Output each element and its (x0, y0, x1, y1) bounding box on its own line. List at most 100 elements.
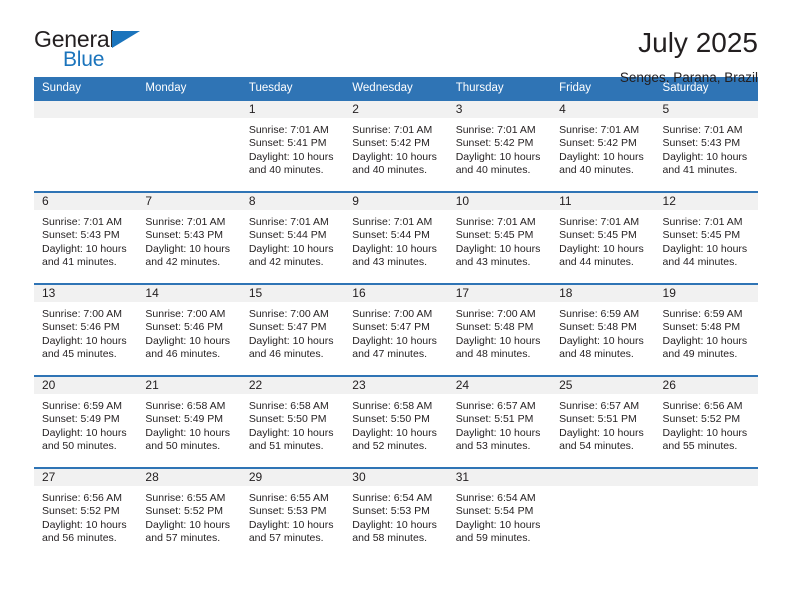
daylight-text-line2: and 48 minutes. (455, 348, 531, 361)
day-details: Sunrise: 7:00 AM Sunset: 5:48 PM Dayligh… (448, 302, 551, 362)
daylight-text-line2: and 49 minutes. (662, 348, 738, 361)
day-cell[interactable]: 30 Sunrise: 6:54 AM Sunset: 5:53 PM Dayl… (344, 469, 448, 559)
day-number: 26 (654, 377, 758, 394)
sunrise-text: Sunrise: 7:01 AM (145, 216, 226, 228)
day-cell[interactable]: 21 Sunrise: 6:58 AM Sunset: 5:49 PM Dayl… (137, 377, 241, 467)
daylight-text-line1: Daylight: 10 hours (662, 242, 748, 255)
sunset-text: Sunset: 5:42 PM (352, 137, 430, 150)
daylight-text-line2: and 57 minutes. (248, 532, 324, 545)
day-cell[interactable]: 25 Sunrise: 6:57 AM Sunset: 5:51 PM Dayl… (551, 377, 655, 467)
day-details: Sunrise: 6:58 AM Sunset: 5:50 PM Dayligh… (344, 394, 447, 454)
day-details (137, 118, 240, 124)
day-number: 17 (447, 285, 552, 302)
sunrise-text: Sunrise: 6:54 AM (455, 492, 536, 504)
sunrise-text: Sunrise: 7:01 AM (248, 216, 329, 228)
day-details: Sunrise: 7:01 AM Sunset: 5:45 PM Dayligh… (655, 210, 758, 270)
day-details: Sunrise: 6:57 AM Sunset: 5:51 PM Dayligh… (448, 394, 551, 454)
day-cell[interactable]: 16 Sunrise: 7:00 AM Sunset: 5:47 PM Dayl… (344, 285, 448, 375)
weekday-header-sunday: Sunday (42, 82, 82, 94)
sunset-text: Sunset: 5:44 PM (352, 229, 430, 242)
day-cell[interactable]: 10 Sunrise: 7:01 AM Sunset: 5:45 PM Dayl… (447, 193, 552, 283)
sunset-text: Sunset: 5:44 PM (248, 229, 327, 242)
day-cell[interactable]: 11 Sunrise: 7:01 AM Sunset: 5:45 PM Dayl… (551, 193, 655, 283)
sunset-text: Sunset: 5:43 PM (145, 229, 224, 242)
sunrise-text: Sunrise: 6:57 AM (455, 400, 536, 412)
day-cell[interactable]: 27 Sunrise: 6:56 AM Sunset: 5:52 PM Dayl… (34, 469, 138, 559)
day-cell[interactable]: 12 Sunrise: 7:01 AM Sunset: 5:45 PM Dayl… (654, 193, 758, 283)
sunset-text: Sunset: 5:41 PM (248, 137, 327, 150)
day-cell[interactable]: 31 Sunrise: 6:54 AM Sunset: 5:54 PM Dayl… (447, 469, 552, 559)
day-cell[interactable]: 28 Sunrise: 6:55 AM Sunset: 5:52 PM Dayl… (137, 469, 241, 559)
day-cell[interactable]: 5 Sunrise: 7:01 AM Sunset: 5:43 PM Dayli… (654, 101, 758, 191)
generalblue-logo[interactable]: General Blue (34, 28, 154, 74)
sunrise-text: Sunrise: 7:01 AM (559, 216, 640, 228)
day-cell[interactable] (137, 101, 241, 191)
daylight-text-line1: Daylight: 10 hours (559, 426, 644, 439)
sunset-text: Sunset: 5:47 PM (352, 321, 430, 334)
day-details: Sunrise: 6:54 AM Sunset: 5:54 PM Dayligh… (448, 486, 551, 546)
daylight-text-line2: and 55 minutes. (662, 440, 738, 453)
day-details: Sunrise: 7:01 AM Sunset: 5:45 PM Dayligh… (448, 210, 551, 270)
day-cell[interactable]: 20 Sunrise: 6:59 AM Sunset: 5:49 PM Dayl… (34, 377, 138, 467)
sunrise-text: Sunrise: 6:56 AM (662, 400, 743, 412)
day-cell[interactable] (551, 469, 655, 559)
daylight-text-line1: Daylight: 10 hours (352, 426, 437, 439)
day-number: 27 (34, 469, 138, 486)
day-cell[interactable]: 24 Sunrise: 6:57 AM Sunset: 5:51 PM Dayl… (447, 377, 552, 467)
sunset-text: Sunset: 5:52 PM (42, 505, 120, 518)
day-number: 29 (240, 469, 345, 486)
day-cell[interactable]: 1 Sunrise: 7:01 AM Sunset: 5:41 PM Dayli… (240, 101, 345, 191)
day-cell[interactable]: 8 Sunrise: 7:01 AM Sunset: 5:44 PM Dayli… (240, 193, 345, 283)
daylight-text-line1: Daylight: 10 hours (248, 150, 334, 163)
day-cell[interactable]: 6 Sunrise: 7:01 AM Sunset: 5:43 PM Dayli… (34, 193, 138, 283)
sunrise-text: Sunrise: 6:59 AM (559, 308, 640, 320)
day-cell[interactable]: 7 Sunrise: 7:01 AM Sunset: 5:43 PM Dayli… (137, 193, 241, 283)
daylight-text-line1: Daylight: 10 hours (42, 334, 127, 347)
day-number: 25 (551, 377, 655, 394)
day-cell[interactable]: 14 Sunrise: 7:00 AM Sunset: 5:46 PM Dayl… (137, 285, 241, 375)
day-number: 11 (551, 193, 655, 210)
day-cell[interactable]: 23 Sunrise: 6:58 AM Sunset: 5:50 PM Dayl… (344, 377, 448, 467)
day-cell[interactable] (34, 101, 138, 191)
daylight-text-line2: and 45 minutes. (42, 348, 117, 361)
day-cell[interactable]: 4 Sunrise: 7:01 AM Sunset: 5:42 PM Dayli… (551, 101, 655, 191)
sunset-text: Sunset: 5:48 PM (662, 321, 741, 334)
day-cell[interactable]: 15 Sunrise: 7:00 AM Sunset: 5:47 PM Dayl… (240, 285, 345, 375)
day-cell[interactable]: 18 Sunrise: 6:59 AM Sunset: 5:48 PM Dayl… (551, 285, 655, 375)
day-cell[interactable]: 9 Sunrise: 7:01 AM Sunset: 5:44 PM Dayli… (344, 193, 448, 283)
day-number: 1 (240, 101, 345, 118)
daylight-text-line1: Daylight: 10 hours (559, 150, 644, 163)
weekday-header-saturday: Saturday (662, 82, 709, 94)
daylight-text-line2: and 41 minutes. (662, 164, 738, 177)
day-details: Sunrise: 7:01 AM Sunset: 5:43 PM Dayligh… (34, 210, 137, 270)
day-number: 22 (240, 377, 345, 394)
day-cell[interactable]: 19 Sunrise: 6:59 AM Sunset: 5:48 PM Dayl… (654, 285, 758, 375)
day-number: 8 (240, 193, 345, 210)
day-cell[interactable] (654, 469, 758, 559)
sunset-text: Sunset: 5:53 PM (248, 505, 327, 518)
day-details: Sunrise: 7:01 AM Sunset: 5:42 PM Dayligh… (344, 118, 447, 178)
logo-text-blue: Blue (63, 48, 105, 71)
sunrise-text: Sunrise: 7:00 AM (455, 308, 536, 320)
day-cell[interactable]: 13 Sunrise: 7:00 AM Sunset: 5:46 PM Dayl… (34, 285, 138, 375)
day-number: 7 (137, 193, 241, 210)
daylight-text-line1: Daylight: 10 hours (248, 242, 334, 255)
sunset-text: Sunset: 5:45 PM (455, 229, 534, 242)
sunrise-text: Sunrise: 6:58 AM (352, 400, 433, 412)
day-cell[interactable]: 26 Sunrise: 6:56 AM Sunset: 5:52 PM Dayl… (654, 377, 758, 467)
daylight-text-line2: and 58 minutes. (352, 532, 427, 545)
day-cell[interactable]: 3 Sunrise: 7:01 AM Sunset: 5:42 PM Dayli… (447, 101, 552, 191)
sunrise-text: Sunrise: 7:01 AM (455, 216, 536, 228)
day-number: 2 (344, 101, 448, 118)
day-cell[interactable]: 2 Sunrise: 7:01 AM Sunset: 5:42 PM Dayli… (344, 101, 448, 191)
day-cell[interactable]: 17 Sunrise: 7:00 AM Sunset: 5:48 PM Dayl… (447, 285, 552, 375)
daylight-text-line1: Daylight: 10 hours (352, 150, 437, 163)
day-cell[interactable]: 29 Sunrise: 6:55 AM Sunset: 5:53 PM Dayl… (240, 469, 345, 559)
day-details: Sunrise: 7:01 AM Sunset: 5:41 PM Dayligh… (241, 118, 344, 178)
day-details (34, 118, 137, 124)
day-details: Sunrise: 6:59 AM Sunset: 5:48 PM Dayligh… (551, 302, 654, 362)
day-details: Sunrise: 6:58 AM Sunset: 5:50 PM Dayligh… (241, 394, 344, 454)
daylight-text-line2: and 42 minutes. (145, 256, 221, 269)
daylight-text-line2: and 41 minutes. (42, 256, 117, 269)
day-cell[interactable]: 22 Sunrise: 6:58 AM Sunset: 5:50 PM Dayl… (240, 377, 345, 467)
